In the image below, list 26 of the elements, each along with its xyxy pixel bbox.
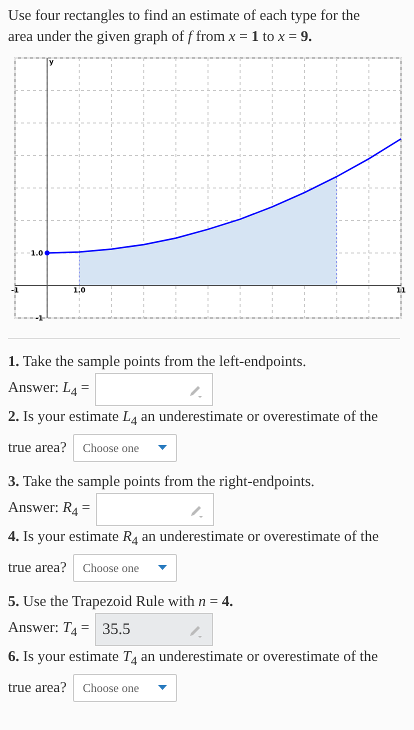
answer-field[interactable]: 35.5 [95, 613, 214, 646]
answer-label: Answer: R$_{4}$ = [8, 500, 90, 520]
question-text: 6. Is your estimate T$_{4}$ an underestimate or overestimate of the [8, 648, 379, 670]
question-text: true area? [8, 440, 67, 456]
caret-icon [158, 685, 167, 691]
question-text: true area? [8, 560, 67, 576]
point-marker [44, 250, 50, 256]
caret-icon [158, 445, 167, 451]
choice-dropdown[interactable]: Choose one [72, 674, 177, 702]
choice-dropdown[interactable]: Choose one [72, 434, 177, 462]
pencil-icon [188, 384, 204, 398]
instructions: Use four rectangles to find an estimate of each type for the area under the given graph of f from x = 1 to x = 9. [8, 7, 361, 47]
answer-label: Answer: L$_{4}$ = [8, 380, 90, 400]
answer-field[interactable] [95, 373, 214, 406]
question-text: 1. Take the sample points from the left-endpoints. [8, 353, 308, 372]
choice-dropdown[interactable]: Choose one [72, 554, 177, 582]
question-text: 3. Take the sample points from the right-endpoints. [8, 473, 316, 492]
answer-label: Answer: T$_{4}$ = [8, 620, 90, 640]
pencil-icon [189, 504, 206, 518]
pencil-icon [188, 624, 204, 638]
caret-icon [158, 565, 167, 571]
answer-field[interactable] [96, 493, 214, 526]
question-text: 2. Is your estimate L$_{4}$ an underestimate or overestimate of the [8, 408, 379, 430]
question-text: 5. Use the Trapezoid Rule with n = 4. [8, 593, 234, 612]
question-text: true area? [8, 680, 67, 696]
question-text: 4. Is your estimate R$_{4}$ an underestimate or overestimate of the [8, 528, 380, 550]
